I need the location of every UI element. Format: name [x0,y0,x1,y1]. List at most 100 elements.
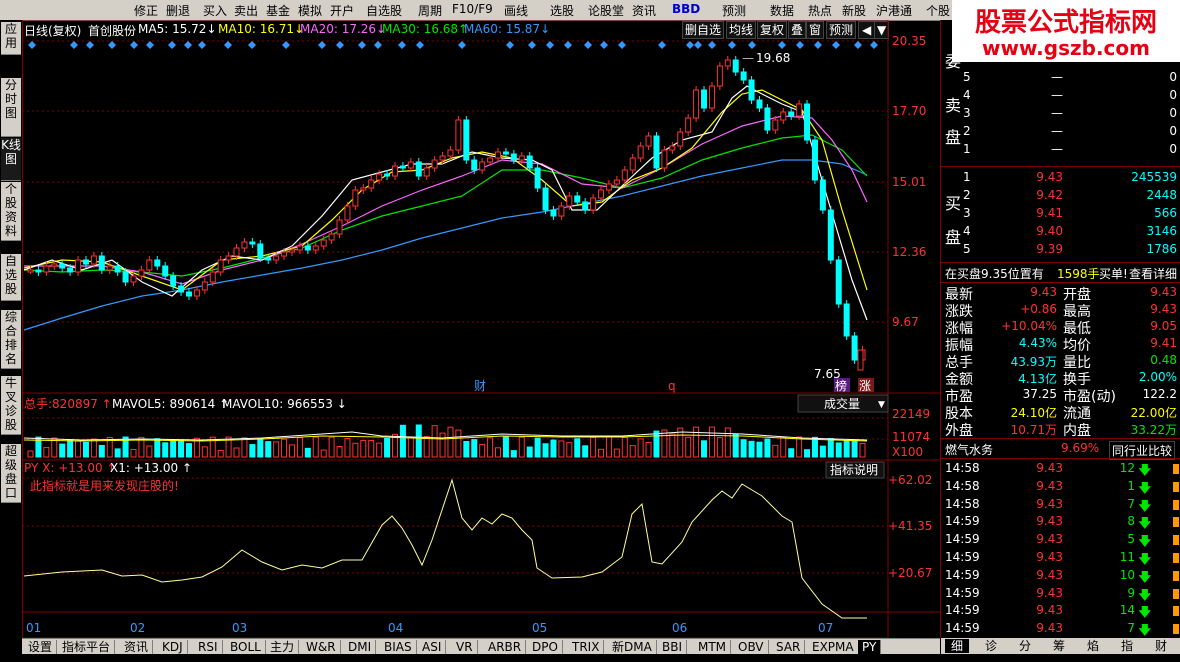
candle-body [827,209,834,261]
candle-body [51,263,58,267]
menu-item[interactable]: 沪港通 [876,2,912,19]
indicator-explain-button[interactable]: 指标说明 [830,462,878,477]
volume-bar [98,444,105,458]
tab-indicator[interactable]: 新DMA [608,640,657,654]
menu-item[interactable]: F10/F9 [452,2,493,16]
sector-name[interactable]: 燃气水务 [945,441,993,458]
quote-value: 4.43% [1018,336,1057,350]
right-tab[interactable]: 筹 [1047,639,1071,653]
nav-apps[interactable]: 应用 [1,22,21,55]
menu-item[interactable]: 画线 [504,2,528,19]
menu-item[interactable]: 数据 [770,2,794,19]
menu-item[interactable]: 删退 [166,2,190,19]
diamond-marker [796,41,804,49]
nav-watchlist[interactable]: 自选股 [1,254,21,301]
tab-indicator[interactable]: TRIX [568,640,605,654]
candle-body [423,167,430,177]
tab-indicator[interactable]: KDJ [158,640,188,654]
menu-item[interactable]: 热点 [808,2,832,19]
right-tab[interactable]: 财 [1149,639,1173,653]
nav-ranking[interactable]: 综合排名 [1,310,21,369]
tab-indicator[interactable]: 指标平台 [58,640,116,654]
ask-price: — [1051,88,1063,102]
menu-item[interactable]: 修正 [134,2,158,19]
tab-indicator[interactable]: OBV [734,640,769,654]
nav-kline[interactable]: K线图 [1,138,21,181]
volume-bar [780,437,787,458]
volume-bar [431,425,438,458]
mavol5-label: MAVOL5: 890614 ↑ [112,397,229,411]
nav-diagnosis[interactable]: 牛叉诊股 [1,376,21,435]
tab-indicator[interactable]: EXPMA [808,640,859,654]
tick-volume: 11 [1119,550,1135,564]
menu-item[interactable]: 周期 [418,2,442,19]
nav-intraday[interactable]: 分时图 [1,78,21,137]
candle-body [376,173,383,181]
tab-indicator[interactable]: BBI [658,640,688,654]
nav-stock-info[interactable]: 个股资料 [1,182,21,241]
candle-body [249,241,256,245]
menu-item[interactable]: 资讯 [632,2,656,19]
diamond-marker [130,41,138,49]
menu-item[interactable]: 买入 [203,2,227,19]
volume-bar [296,437,303,458]
candle-body [384,173,391,177]
candle-body [35,269,42,273]
menu-item[interactable]: 卖出 [234,2,258,19]
candle-body [471,159,478,171]
menu-item[interactable]: 自选股 [366,2,402,19]
tick-price: 9.43 [1036,585,1063,600]
nav-super-book[interactable]: 超级盘口 [1,444,21,503]
tab-indicator[interactable]: BIAS [380,640,417,654]
ask-price: — [1051,70,1063,84]
right-tab[interactable]: 细 [945,639,970,653]
diamond-marker [224,41,232,49]
volume-bar [859,442,866,458]
volume-bar [178,439,185,458]
tab-indicator[interactable]: DMI [344,640,377,654]
price-tick: 12.36 [892,245,926,259]
tab-indicator[interactable]: ARBR [484,640,527,654]
volume-bar [249,444,256,458]
tab-indicator[interactable]: BOLL [226,640,266,654]
x-tick: 03 [232,621,247,635]
quote-value: 9.43 [1150,285,1177,299]
tab-indicator[interactable]: 资讯 [120,640,154,654]
tab-indicator[interactable]: VR [452,640,478,654]
tab-indicator[interactable]: W&R [302,640,341,654]
menu-item[interactable]: 个股 [926,2,950,19]
tab-indicator[interactable]: ASI [418,640,447,654]
tab-indicator[interactable]: SAR [772,640,806,654]
tab-indicator[interactable]: DPO [528,640,563,654]
chevron-down-icon[interactable]: ▼ [878,400,885,410]
menu-item[interactable]: 论股堂 [588,2,624,19]
right-tab[interactable]: 焰 [1081,639,1105,653]
volume-bar [724,427,731,458]
diamond-marker [600,41,608,49]
volume-bar [439,432,446,458]
tab-indicator[interactable]: RSI [194,640,223,654]
quote-value: 9.05 [1150,319,1177,333]
volume-bar [67,439,74,458]
left-nav: 应用 分时图 K线图 个股资料 自选股 综合排名 牛叉诊股 超级盘口 [0,20,23,638]
volume-bar [185,443,192,458]
volume-dropdown[interactable]: 成交量 [824,396,860,411]
tab-indicator[interactable]: 主力 [266,640,300,654]
menu-item[interactable]: 开户 [330,2,354,19]
right-tab[interactable]: 分 [1013,639,1037,653]
diamond-marker [854,41,862,49]
tab-settings[interactable]: 设置 [24,640,58,654]
tab-indicator[interactable]: PY [858,640,882,654]
menu-item[interactable]: 基金 [266,2,290,19]
menu-item[interactable]: 模拟 [298,2,322,19]
tab-indicator[interactable]: MTM [694,640,732,654]
menu-item-bbd[interactable]: BBD [672,2,700,16]
menu-item[interactable]: 预测 [722,2,746,19]
diamond-marker [686,41,694,49]
menu-item[interactable]: 新股 [842,2,866,19]
diamond-marker [248,41,256,49]
right-tab[interactable]: 诊 [979,639,1003,653]
view-detail-link[interactable]: 查看详细 [1129,265,1177,282]
right-tab[interactable]: 指 [1115,639,1139,653]
menu-item[interactable]: 选股 [550,2,574,19]
